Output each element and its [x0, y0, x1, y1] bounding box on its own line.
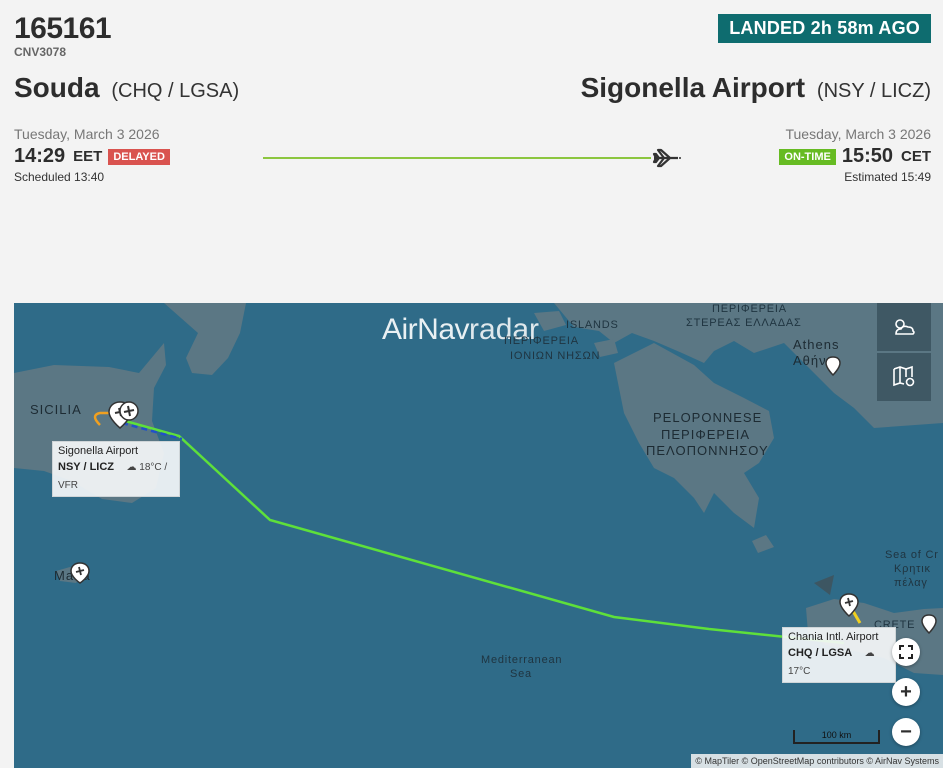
plane-icon [652, 148, 681, 168]
flight-header: 165161 CNV3078 LANDED 2h 58m AGO Souda (… [0, 0, 943, 300]
airport-pin-icon[interactable] [920, 613, 938, 635]
map-label-athens: Athens [793, 337, 840, 352]
estimated-time: Estimated 15:49 [844, 170, 931, 184]
weather-layer-button[interactable] [877, 303, 931, 351]
fullscreen-icon [899, 645, 913, 659]
plane-icon[interactable] [118, 400, 140, 422]
map-label-sea: Sea [510, 668, 532, 680]
delayed-badge: DELAYED [108, 148, 170, 165]
status-badge: LANDED 2h 58m AGO [718, 14, 931, 43]
destination-title: Sigonella Airport (NSY / LICZ) [581, 72, 931, 104]
map-label-ionian: ISLANDS [566, 319, 619, 331]
map-label-mediterranean: Mediterranean [481, 654, 563, 666]
origin-title: Souda (CHQ / LGSA) [14, 72, 239, 104]
origin-time: 14:29 [14, 145, 66, 167]
destination-timezone: CET [901, 148, 931, 165]
italy-landmass [164, 303, 246, 375]
destination-time: 15:50 [841, 145, 893, 167]
airport-pin-icon[interactable] [824, 355, 842, 377]
zoom-out-button[interactable]: − [892, 718, 920, 746]
destination-airport-codes: NSY / LICZ [58, 461, 115, 473]
callsign: CNV3078 [14, 45, 67, 59]
map-scale: 100 km [793, 730, 880, 744]
map-attribution[interactable]: © MapTiler © OpenStreetMap contributors … [691, 754, 943, 768]
map-label-peloponnese-greek: ΠΕΛΟΠΟΝΝΗΣΟΥ [646, 443, 769, 458]
airport-pin-icon[interactable] [69, 561, 91, 585]
origin-timezone: EET [73, 148, 103, 165]
flight-number: 165161 [14, 12, 112, 45]
map-label-ionian-greek: ΙΟΝΙΩΝ ΝΗΣΩΝ [510, 350, 601, 362]
destination-codes: (NSY / LICZ) [816, 80, 931, 102]
map-settings-button[interactable] [877, 353, 931, 401]
map-label-sterea: ΠΕΡΙΦΕΡΕΙΑ [712, 303, 787, 315]
destination-airport-name: Sigonella Airport [58, 445, 139, 457]
map-settings-icon [893, 365, 915, 387]
origin-airport-name: Chania Intl. Airport [788, 631, 879, 643]
map-label-sea-of-crete-greek-2: πέλαγ [894, 577, 928, 589]
origin-date: Tuesday, March 3 2026 [14, 126, 160, 142]
ontime-badge: ON-TIME [779, 148, 836, 165]
origin-airport-label[interactable]: Chania Intl. Airport CHQ / LGSA ☁ 17°C [782, 627, 896, 683]
map-scale-label: 100 km [821, 730, 852, 740]
airport-pin-icon[interactable] [838, 592, 860, 618]
destination-name: Sigonella Airport [580, 72, 806, 103]
scheduled-time: Scheduled 13:40 [14, 170, 105, 184]
origin-airport-codes: CHQ / LGSA [788, 647, 853, 659]
zoom-in-button[interactable]: + [892, 678, 920, 706]
destination-time-row: ON-TIME 15:50 CET [779, 145, 931, 168]
map-label-sterea-2: ΣΤΕΡΕΑΣ ΕΛΛΑΔΑΣ [686, 317, 802, 329]
destination-date: Tuesday, March 3 2026 [785, 126, 931, 142]
map-label-sea-of-crete-greek: Κρητικ [894, 563, 931, 575]
origin-name: Souda [14, 72, 100, 103]
destination-airport-label[interactable]: Sigonella Airport NSY / LICZ ☁ 18°C / VF… [52, 441, 180, 497]
flight-map[interactable]: AirNavradar ISLANDS ΙΟΝΙΩΝ ΝΗΣΩΝ ΠΕΡΙΦΕΡ… [14, 303, 943, 768]
track-marker [814, 575, 834, 595]
fullscreen-button[interactable] [892, 638, 920, 666]
origin-time-row: 14:29 EET DELAYED [14, 145, 170, 168]
origin-codes: (CHQ / LGSA) [111, 80, 240, 102]
map-label-peloponnese: PELOPONNESE [653, 410, 763, 425]
map-label-peloponnese-region: ΠΕΡΙΦΕΡΕΙΑ [661, 427, 751, 442]
map-canvas [14, 303, 943, 675]
map-label-ionian-region: ΠΕΡΙΦΕΡΕΙΑ [504, 335, 579, 347]
map-label-sicilia: SICILIA [30, 402, 82, 417]
weather-icon [895, 319, 915, 335]
flight-progress-line [263, 157, 651, 159]
map-label-sea-of-crete: Sea of Cr [885, 549, 939, 561]
kythira-island [752, 535, 774, 553]
